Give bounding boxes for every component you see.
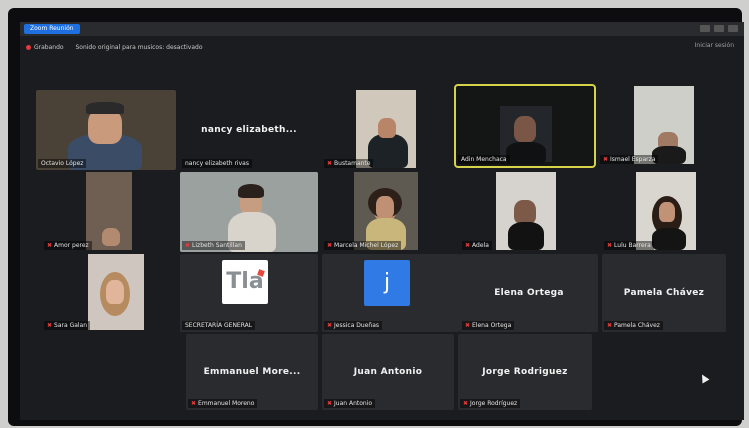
participant-name: ✖ Emmanuel Moreno [188, 399, 258, 408]
mic-muted-icon: ✖ [191, 400, 197, 407]
participant-display-name: Juan Antonio [353, 367, 423, 377]
participant-tile[interactable]: Octavio López [36, 90, 176, 170]
participant-tile[interactable]: Pamela Chávez ✖ Pamela Chávez [602, 254, 726, 332]
participant-name: ✖ Elena Ortega [462, 321, 515, 330]
participant-tile[interactable]: j ✖ Jessica Dueñas [322, 254, 460, 332]
recording-icon [26, 45, 31, 50]
tlaquepaque-logo: Tla [222, 260, 268, 304]
participant-name: ✖ Lizbeth Santillan [182, 241, 245, 250]
close-button[interactable] [728, 25, 738, 32]
participant-name: ✖ Jorge Rodríguez [460, 399, 521, 408]
participant-name: ✖ Marcela Michel López [324, 241, 402, 250]
participant-name: ✖ Jessica Dueñas [324, 321, 383, 330]
mic-muted-icon: ✖ [185, 242, 191, 249]
participant-name: Octavio López [38, 159, 87, 168]
participant-name: nancy elizabeth rivas [182, 159, 252, 168]
participant-tile[interactable]: ✖ Lulu Barrera [602, 172, 726, 252]
participant-name: ✖ Juan Antonio [324, 399, 376, 408]
mic-muted-icon: ✖ [327, 242, 333, 249]
participant-tile[interactable]: Jorge Rodriguez ✖ Jorge Rodríguez [458, 334, 592, 410]
mic-muted-icon: ✖ [463, 400, 469, 407]
mic-muted-icon: ✖ [607, 322, 613, 329]
participant-display-name: Jorge Rodriguez [482, 367, 568, 377]
avatar: j [364, 260, 410, 306]
participant-name: ✖ Amor perez [44, 241, 92, 250]
participant-tile[interactable]: ✖ Marcela Michel López [322, 172, 460, 252]
sound-setting[interactable]: Sonido original para musicos: desactivad… [75, 44, 202, 51]
participant-tile[interactable]: nancy elizabeth... nancy elizabeth rivas [180, 90, 318, 170]
participant-display-name: nancy elizabeth... [201, 125, 297, 135]
participant-name: ✖ Bustamante [324, 159, 374, 168]
mic-muted-icon: ✖ [47, 322, 53, 329]
participant-tile[interactable]: Tla SECRETARÍA GENERAL [180, 254, 318, 332]
participant-tile[interactable]: ✖ Lizbeth Santillan [180, 172, 318, 252]
mic-muted-icon: ✖ [327, 160, 333, 167]
participant-name: ✖ Ismael Esparza [600, 155, 659, 164]
mic-muted-icon: ✖ [47, 242, 53, 249]
minimize-button[interactable] [700, 25, 710, 32]
mouse-cursor-icon [698, 372, 710, 384]
participant-display-name: Pamela Chávez [623, 288, 705, 298]
participant-name: ✖ Pamela Chávez [604, 321, 663, 330]
participant-tile[interactable]: Elena Ortega ✖ Elena Ortega [460, 254, 598, 332]
participant-tile[interactable]: ✖ Bustamante [322, 90, 460, 170]
participant-name: ✖ Adela [462, 241, 492, 250]
maximize-button[interactable] [714, 25, 724, 32]
window-controls [700, 25, 738, 32]
participant-name: Adin Menchaca [458, 155, 510, 164]
participant-name: ✖ Sara Galan [44, 321, 91, 330]
participant-display-name: Emmanuel More... [203, 367, 301, 377]
participant-tile[interactable]: Juan Antonio ✖ Juan Antonio [322, 334, 454, 410]
mic-muted-icon: ✖ [607, 242, 613, 249]
zoom-window: Zoom Reunión Grabando Sonido original pa… [20, 22, 744, 420]
mic-muted-icon: ✖ [603, 156, 609, 163]
participant-tile[interactable]: ✖ Ismael Esparza [598, 86, 726, 166]
sign-in-button[interactable]: Iniciar sesión [695, 42, 734, 49]
mic-muted-icon: ✖ [327, 322, 333, 329]
mic-muted-icon: ✖ [465, 322, 471, 329]
app-tab[interactable]: Zoom Reunión [24, 24, 80, 34]
recording-status: Grabando [34, 44, 64, 51]
participant-name: SECRETARÍA GENERAL [182, 321, 256, 330]
recording-bar: Grabando Sonido original para musicos: d… [26, 44, 212, 51]
participant-tile[interactable]: ✖ Amor perez [42, 172, 176, 252]
monitor-frame: Zoom Reunión Grabando Sonido original pa… [8, 8, 744, 426]
participant-display-name: Elena Ortega [494, 288, 564, 298]
mic-muted-icon: ✖ [465, 242, 471, 249]
participant-tile[interactable]: ✖ Sara Galan [42, 254, 176, 332]
participant-name: ✖ Lulu Barrera [604, 241, 654, 250]
participant-tile-active[interactable]: Adin Menchaca [454, 84, 596, 168]
title-bar: Zoom Reunión [20, 22, 744, 36]
participant-tile[interactable]: ✖ Adela [460, 172, 598, 252]
cap-icon [86, 102, 124, 114]
participant-tile[interactable]: Emmanuel More... ✖ Emmanuel Moreno [186, 334, 318, 410]
mic-muted-icon: ✖ [327, 400, 333, 407]
